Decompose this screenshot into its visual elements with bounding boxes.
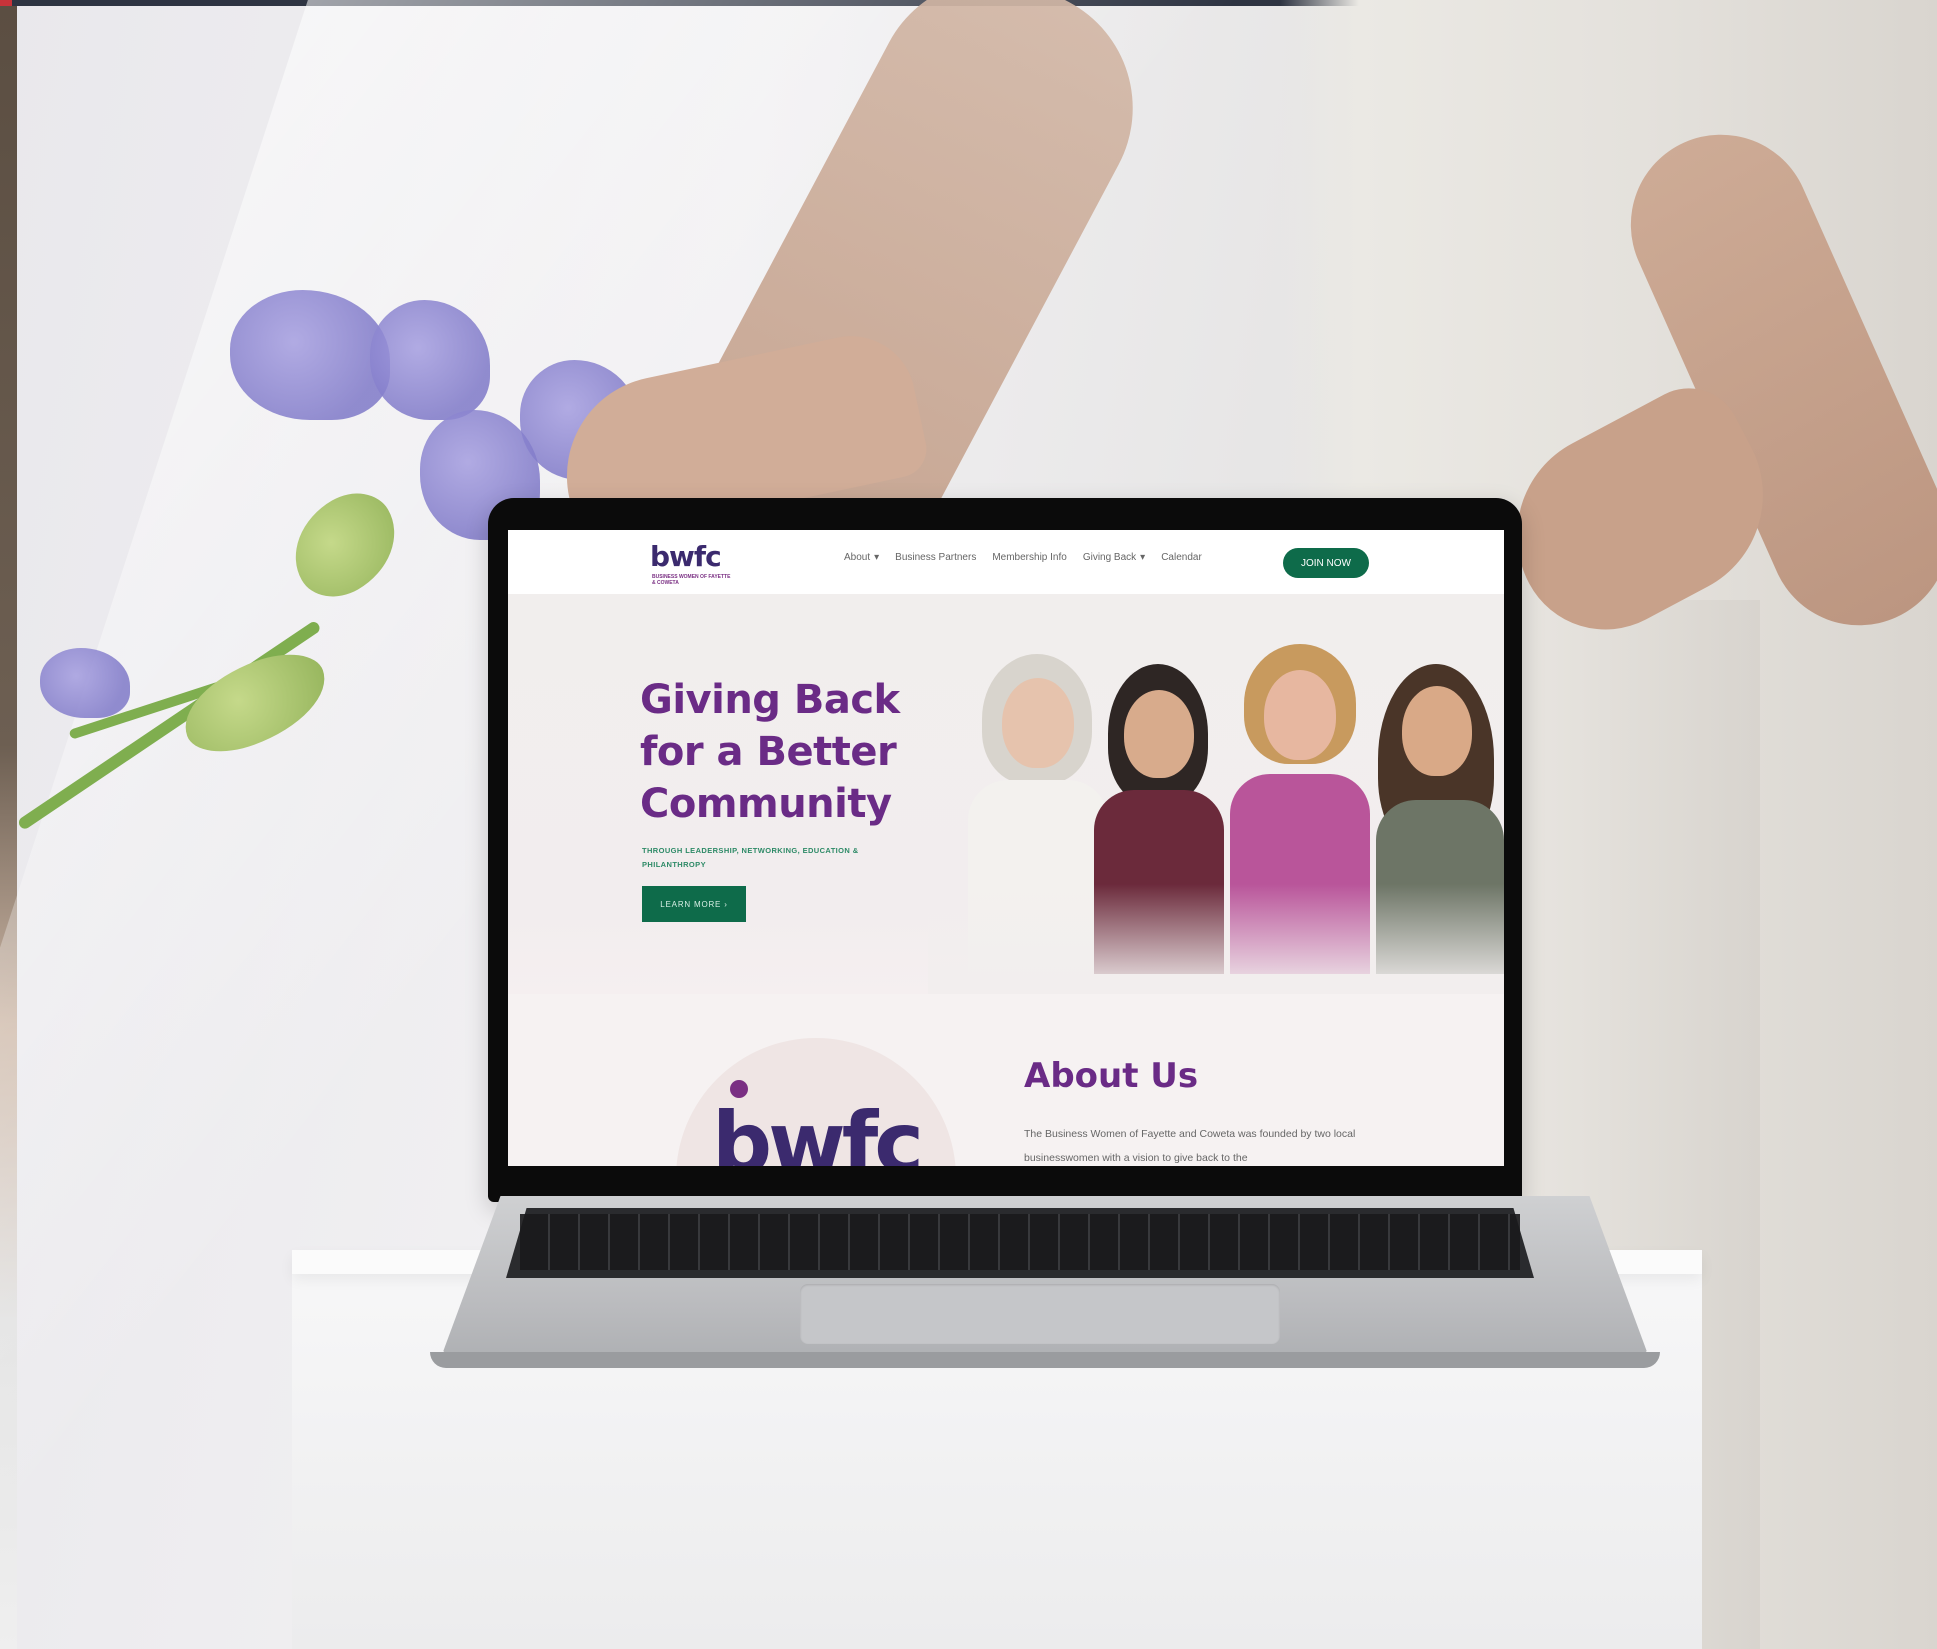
photo-face [1124,690,1194,778]
nav-label: About [844,552,871,563]
photo-face [1264,670,1336,760]
logo-mark: bwfc [650,540,722,573]
hero-section: Giving Back for a Better Community THROU… [508,594,1504,994]
trackpad [800,1284,1280,1344]
nav-label: Business Partners [895,552,977,563]
photo-fade [928,884,1504,994]
nav-label: Membership Info [992,552,1067,563]
keyboard-keys [520,1214,1520,1270]
site-logo[interactable]: bwfc BUSINESS WOMEN OF FAYETTE & COWETA [650,540,732,586]
chevron-down-icon: ▾ [1140,552,1146,563]
about-logo: bwfc [712,1094,924,1166]
nav-label: Calendar [1161,552,1202,563]
photo-face [1402,686,1472,776]
chevron-down-icon: ▾ [874,552,880,563]
photo-face [1002,678,1074,768]
main-nav: About ▾ Business Partners Membership Inf… [844,552,1202,563]
nav-item-membership-info[interactable]: Membership Info [992,552,1066,563]
site-header: bwfc BUSINESS WOMEN OF FAYETTE & COWETA … [508,530,1504,594]
laptop-screen: bwfc BUSINESS WOMEN OF FAYETTE & COWETA … [508,530,1504,1166]
join-now-button[interactable]: JOIN NOW [1283,548,1369,578]
learn-more-button[interactable]: LEARN MORE › [642,886,746,922]
about-text: The Business Women of Fayette and Coweta… [1024,1128,1356,1164]
about-section: bwfc About Us The Business Women of Faye… [508,994,1504,1166]
logo-tagline: BUSINESS WOMEN OF FAYETTE & COWETA [652,574,731,586]
nav-item-giving-back[interactable]: Giving Back ▾ [1083,552,1145,563]
nav-label: Giving Back [1082,552,1137,563]
nav-item-about[interactable]: About ▾ [844,552,879,563]
nav-item-business-partners[interactable]: Business Partners [895,552,976,563]
hero-title: Giving Back for a Better Community [640,677,900,827]
mockup-scene: bwfc BUSINESS WOMEN OF FAYETTE & COWETA … [0,0,1937,1649]
hero-photo [928,634,1504,994]
hero-subtitle: THROUGH LEADERSHIP, NETWORKING, EDUCATIO… [642,846,859,869]
nav-item-calendar[interactable]: Calendar [1161,552,1202,563]
about-title: About Us [1024,1056,1199,1096]
laptop-front-edge [430,1352,1660,1368]
